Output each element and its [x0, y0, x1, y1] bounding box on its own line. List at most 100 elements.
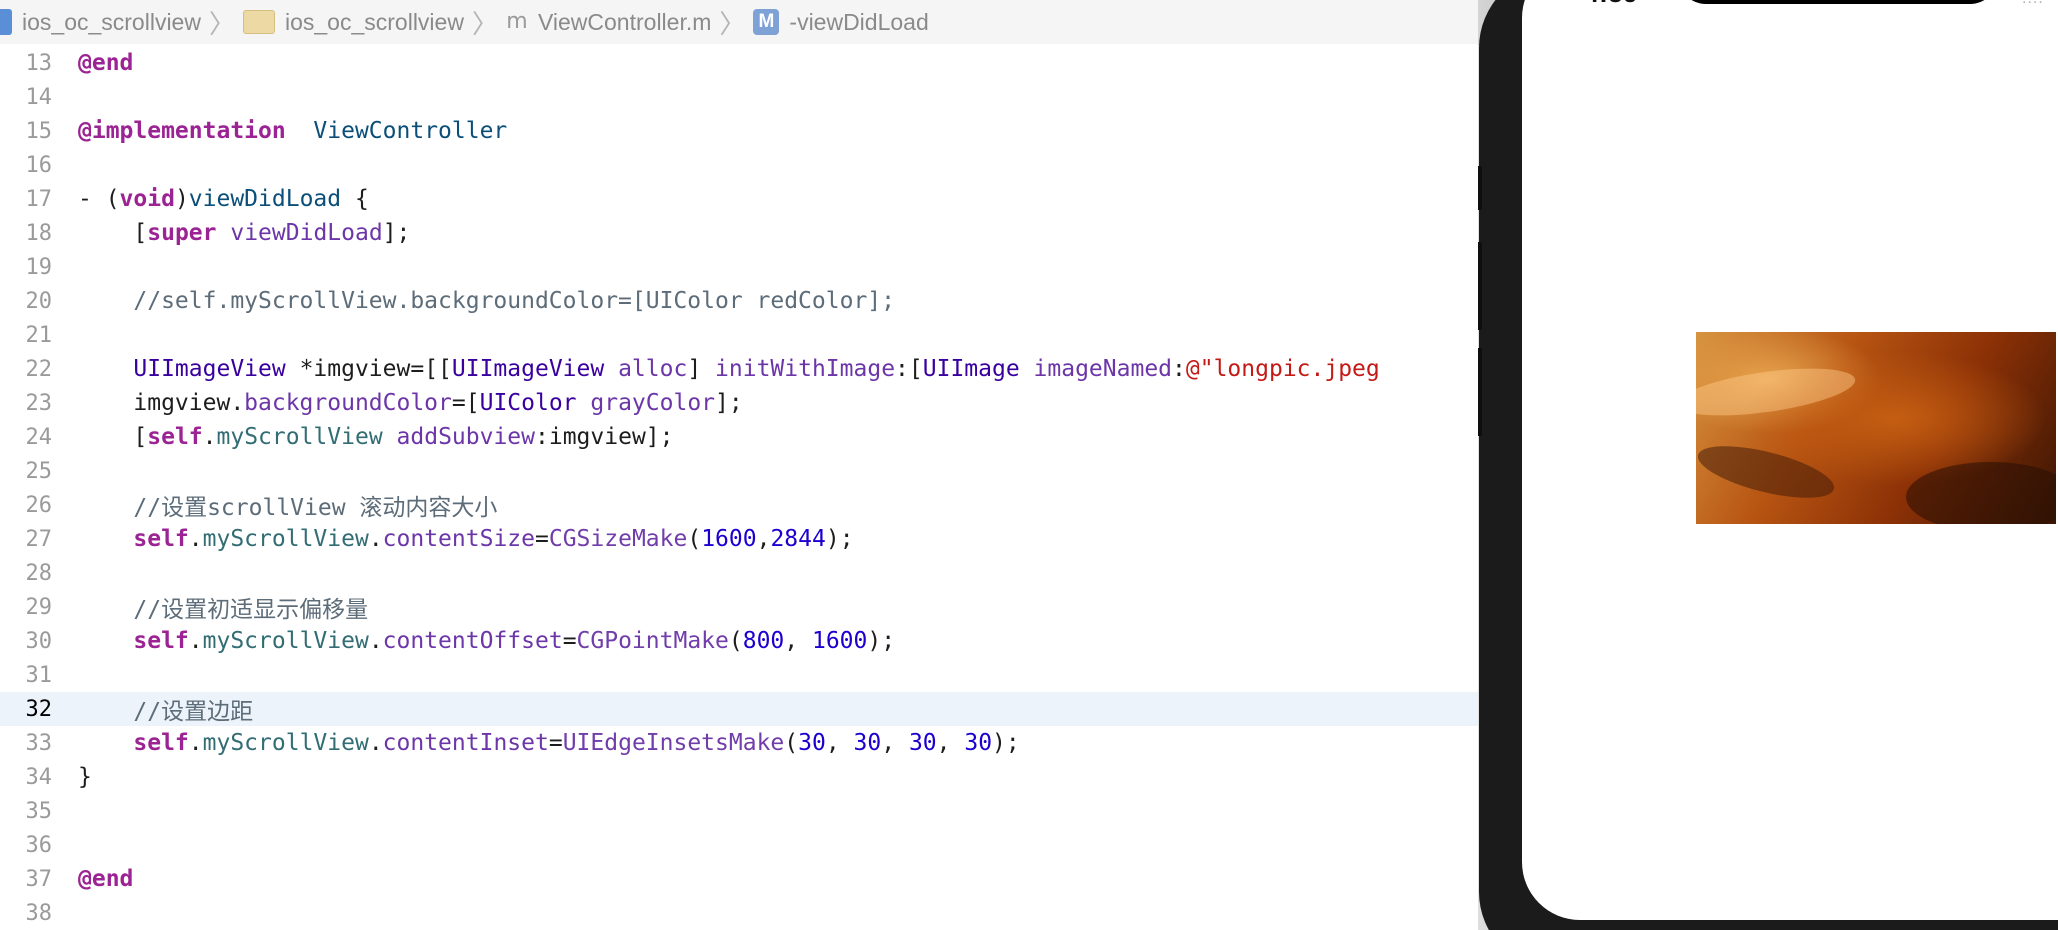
code-line[interactable]: 16 [0, 148, 1478, 182]
code-token: ( [728, 628, 743, 654]
code-text: @implementation ViewController [78, 118, 507, 144]
code-line[interactable]: 31 [0, 658, 1478, 692]
code-text: //设置边距 [78, 692, 253, 726]
code-token: grayColor [590, 390, 716, 416]
code-text: [super viewDidLoad]; [78, 220, 410, 246]
breadcrumb-method[interactable]: M -viewDidLoad [753, 0, 934, 44]
code-line[interactable]: 36 [0, 828, 1478, 862]
code-token: , [881, 730, 909, 756]
code-line[interactable]: 27 self.myScrollView.contentSize=CGSizeM… [0, 522, 1478, 556]
volume-up-button [1478, 242, 1482, 330]
line-number: 38 [25, 900, 53, 926]
code-token: = [548, 730, 563, 756]
code-token: alloc [618, 356, 688, 382]
code-editor[interactable]: 13 @end 14 15 @implementation ViewController… [0, 44, 1478, 930]
line-number: 27 [25, 526, 53, 552]
line-number: 21 [25, 322, 53, 348]
phone-frame: 4:59 .... [1478, 0, 2058, 930]
code-line[interactable]: 15 @implementation ViewController [0, 114, 1478, 148]
code-token: = [562, 628, 577, 654]
code-token: self [133, 730, 189, 756]
code-line[interactable]: 28 [0, 556, 1478, 590]
code-line[interactable]: 35 [0, 794, 1478, 828]
phone-screen[interactable]: 4:59 .... [1522, 0, 2058, 920]
code-token: //设置scrollView 滚动内容大小 [78, 495, 498, 521]
code-line[interactable]: 22 UIImageView *imgview=[[UIImageView al… [0, 352, 1478, 386]
code-token: . [368, 628, 383, 654]
code-line[interactable]: 25 [0, 454, 1478, 488]
code-token: myScrollView [202, 526, 369, 552]
code-token: = [535, 526, 549, 552]
code-token: } [78, 764, 92, 790]
code-line[interactable]: 23 imgview.backgroundColor=[UIColor gray… [0, 386, 1478, 420]
line-number: 34 [25, 764, 53, 790]
line-number: 30 [25, 628, 53, 654]
code-token: ) [174, 186, 189, 212]
code-line[interactable]: 21 [0, 318, 1478, 352]
code-line[interactable]: 18 [super viewDidLoad]; [0, 216, 1478, 250]
code-token: 800 [742, 628, 785, 654]
code-token: [ [78, 220, 148, 246]
code-line[interactable]: 30 self.myScrollView.contentOffset=CGPoi… [0, 624, 1478, 658]
code-token: //self.myScrollView.backgroundColor=[UIC… [78, 288, 895, 314]
line-number: 32 [25, 696, 53, 722]
signal-icon: .... [2022, 0, 2044, 8]
line-number: 29 [25, 594, 53, 620]
phone-notch [1678, 0, 1998, 4]
line-number: 37 [25, 866, 53, 892]
breadcrumb-file[interactable]: m ViewController.m [506, 0, 717, 44]
line-number: 15 [25, 118, 53, 144]
code-line[interactable]: 38 [0, 896, 1478, 930]
code-token: . [202, 424, 217, 450]
volume-down-button [1478, 348, 1482, 436]
code-text: @end [78, 50, 133, 76]
code-line[interactable]: 19 [0, 250, 1478, 284]
code-token: UIImage [922, 356, 1020, 382]
code-line[interactable]: 14 [0, 80, 1478, 114]
line-number: 28 [25, 560, 53, 586]
code-line[interactable]: 29 //设置初适显示偏移量 [0, 590, 1478, 624]
code-line[interactable]: 37 @end [0, 862, 1478, 896]
code-text: //设置scrollView 滚动内容大小 [78, 488, 497, 522]
code-line[interactable]: 34} [0, 760, 1478, 794]
code-token: ); [992, 730, 1020, 756]
breadcrumb-project[interactable]: ios_oc_scrollview [0, 0, 207, 44]
line-number: 24 [25, 424, 53, 450]
code-line[interactable]: 13 @end [0, 46, 1478, 80]
code-text: UIImageView *imgview=[[UIImageView alloc… [78, 356, 1379, 382]
code-token: CGPointMake [576, 628, 729, 654]
code-text: //设置初适显示偏移量 [78, 590, 368, 624]
code-line[interactable]: 20 //self.myScrollView.backgroundColor=[… [0, 284, 1478, 318]
code-token: super [147, 220, 217, 246]
code-text: //self.myScrollView.backgroundColor=[UIC… [78, 288, 895, 314]
line-number: 23 [25, 390, 53, 416]
code-line[interactable]: 26 //设置scrollView 滚动内容大小 [0, 488, 1478, 522]
breadcrumb-folder[interactable]: ios_oc_scrollview [242, 0, 470, 44]
code-text: self.myScrollView.contentInset=UIEdgeIns… [78, 730, 1020, 756]
code-token: 30 [964, 730, 993, 756]
scroll-view-image[interactable] [1696, 332, 2056, 524]
code-token: =[ [451, 390, 480, 416]
code-line[interactable]: 33 self.myScrollView.contentInset=UIEdge… [0, 726, 1478, 760]
line-number: 16 [25, 152, 53, 178]
code-token: contentInset [382, 730, 549, 756]
breadcrumb-separator: 〉 [471, 8, 498, 39]
line-number: 31 [25, 662, 53, 688]
code-token: contentSize [382, 526, 535, 552]
code-token: ] [687, 356, 716, 382]
code-text: } [78, 764, 92, 790]
code-line[interactable]: 17 - (void)viewDidLoad { [0, 182, 1478, 216]
code-token: { [341, 186, 369, 212]
code-token: 30 [908, 730, 937, 756]
code-line[interactable]: 32 //设置边距 [0, 692, 1478, 726]
code-line[interactable]: 24 [self.myScrollView addSubview:imgview… [0, 420, 1478, 454]
code-token: *imgview=[[ [285, 356, 452, 382]
code-token: ); [825, 526, 854, 552]
line-number: 35 [25, 798, 53, 824]
